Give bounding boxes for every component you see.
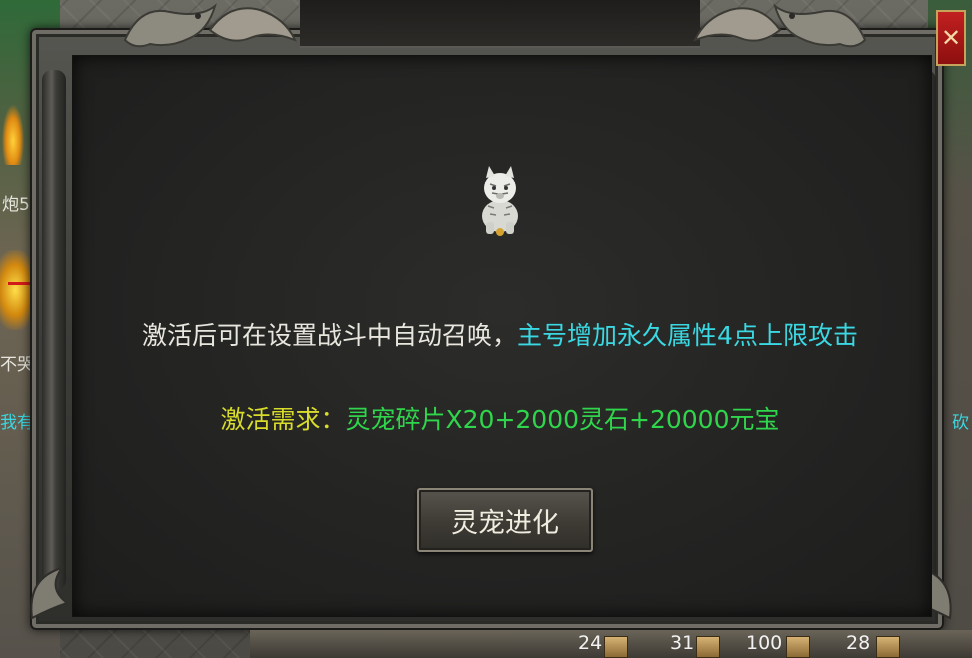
- hotbar-slot[interactable]: [604, 636, 628, 658]
- requirement-label: 激活需求：: [220, 405, 346, 434]
- dragon-ornament-icon: [773, 3, 867, 48]
- hotbar-count: 28: [846, 632, 871, 654]
- hotbar-slot[interactable]: [786, 636, 810, 658]
- panel-top-bar: [300, 0, 700, 48]
- description-text: 激活后可在设置战斗中自动召唤，: [142, 321, 518, 350]
- requirement-value: 灵宠碎片X20+2000灵石+20000元宝: [345, 405, 780, 434]
- activation-requirement: 激活需求：灵宠碎片X20+2000灵石+20000元宝: [70, 400, 930, 436]
- npc-flame-effect: [2, 105, 24, 165]
- hotbar-slot[interactable]: [876, 636, 900, 658]
- activation-description: 激活后可在设置战斗中自动召唤，主号增加永久属性4点上限攻击: [70, 316, 930, 352]
- white-tiger-pet-icon: [482, 166, 518, 236]
- hotbar-count: 31: [670, 632, 695, 654]
- pet-evolve-button[interactable]: 灵宠进化: [417, 488, 593, 552]
- dragon-ornament-icon: [208, 7, 297, 42]
- npc-name: 砍: [952, 413, 969, 433]
- hotbar-count: 24: [578, 632, 603, 654]
- panel-left-pillar: [42, 70, 66, 590]
- hotbar-slot[interactable]: [696, 636, 720, 658]
- hotbar-count: 100: [746, 632, 783, 654]
- close-button[interactable]: ✕: [936, 10, 966, 66]
- close-icon: ✕: [940, 24, 962, 52]
- description-bonus: 主号增加永久属性4点上限攻击: [517, 321, 858, 350]
